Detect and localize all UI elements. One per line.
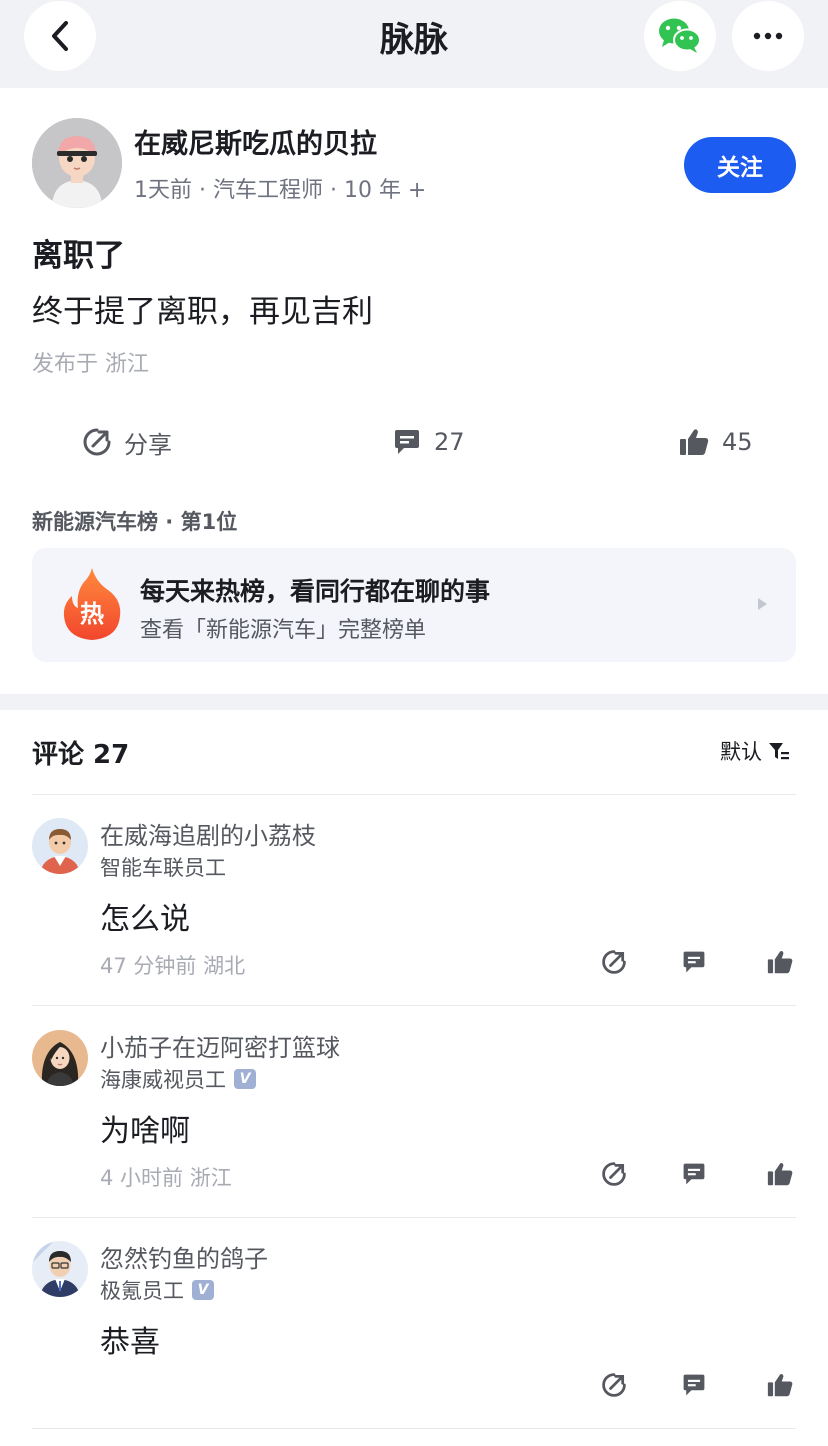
comment-text: 恭喜 [100, 1325, 160, 1360]
verified-badge: V [234, 1069, 256, 1089]
commenter-company: 极氪员工 V [100, 1275, 214, 1305]
post-body: 终于提了离职，再见吉利 [32, 294, 373, 330]
author-name[interactable]: 在威尼斯吃瓜的贝拉 [134, 122, 377, 161]
hot-card-title: 每天来热榜，看同行都在聊的事 [140, 577, 491, 606]
share-label: 分享 [124, 430, 172, 459]
flame-text: 热 [80, 600, 104, 628]
comment-share-button[interactable] [598, 946, 630, 978]
comment-button[interactable]: 27 [392, 420, 465, 464]
comment-meta: 4 小时前 浙江 [100, 1166, 232, 1190]
like-icon [767, 951, 793, 974]
flame-icon: 热 [60, 566, 124, 646]
comment-item: 小茄子在迈阿密打篮球 海康威视员工 V 为啥啊 4 小时前 浙江 [0, 1006, 828, 1218]
comment-icon [683, 1163, 705, 1185]
share-icon [602, 1373, 626, 1397]
hot-card-subtitle: 查看「新能源汽车」完整榜单 [140, 618, 427, 643]
like-button[interactable]: 45 [678, 420, 753, 464]
sort-label: 默认 [720, 740, 762, 764]
comment-icon [392, 427, 422, 457]
post-location: 发布于 浙江 [32, 352, 149, 377]
commenter-avatar[interactable] [32, 818, 88, 874]
comment-item: 在威海追剧的小荔枝 智能车联员工 怎么说 47 分钟前 湖北 [0, 794, 828, 1006]
comment-reply-button[interactable] [678, 1369, 710, 1401]
follow-button[interactable]: 关注 [684, 137, 796, 193]
comment-icon [683, 951, 705, 973]
share-button[interactable]: 分享 [82, 420, 172, 464]
share-icon [82, 427, 112, 457]
sort-button[interactable]: 默认 [720, 736, 790, 766]
company-label: 极氪员工 [100, 1279, 184, 1303]
comment-reply-button[interactable] [678, 946, 710, 978]
more-icon [753, 32, 783, 40]
commenter-name[interactable]: 小茄子在迈阿密打篮球 [100, 1028, 340, 1063]
wechat-icon [659, 18, 701, 53]
comments-header: 评论 27 [32, 740, 130, 770]
comment-reply-button[interactable] [678, 1158, 710, 1190]
post-title: 离职了 [32, 238, 125, 274]
comment-item: 忽然钓鱼的鸽子 极氪员工 V 恭喜 [0, 1217, 828, 1429]
comment-text: 怎么说 [100, 902, 190, 937]
filter-icon [768, 740, 790, 762]
like-icon [678, 427, 710, 457]
company-label: 智能车联员工 [100, 856, 226, 880]
section-divider [0, 694, 828, 710]
share-icon [602, 1162, 626, 1186]
commenter-avatar[interactable] [32, 1241, 88, 1297]
chevron-right-icon [756, 596, 768, 615]
comment-share-button[interactable] [598, 1369, 630, 1401]
like-count: 45 [722, 428, 753, 456]
hot-list-card[interactable]: 热 每天来热榜，看同行都在聊的事 查看「新能源汽车」完整榜单 [32, 548, 796, 662]
divider [32, 1428, 796, 1429]
commenter-name[interactable]: 忽然钓鱼的鸽子 [100, 1239, 268, 1274]
hot-rank-label: 新能源汽车榜 · 第1位 [32, 510, 238, 534]
author-meta: 1天前 · 汽车工程师 · 10 年 + [134, 178, 427, 203]
commenter-company: 海康威视员工 V [100, 1064, 256, 1094]
share-icon [602, 950, 626, 974]
like-icon [767, 1374, 793, 1397]
more-button[interactable] [732, 1, 804, 71]
verified-badge: V [192, 1280, 214, 1300]
commenter-name[interactable]: 在威海追剧的小荔枝 [100, 816, 316, 851]
commenter-avatar[interactable] [32, 1030, 88, 1086]
comment-text: 为啥啊 [100, 1114, 190, 1149]
comment-meta: 47 分钟前 湖北 [100, 954, 246, 978]
comment-share-button[interactable] [598, 1158, 630, 1190]
commenter-company: 智能车联员工 [100, 852, 226, 882]
company-label: 海康威视员工 [100, 1068, 226, 1092]
comment-like-button[interactable] [764, 946, 796, 978]
comment-like-button[interactable] [764, 1369, 796, 1401]
top-bar: 脉脉 [0, 0, 828, 88]
wechat-share-button[interactable] [644, 1, 716, 71]
comment-icon [683, 1374, 705, 1396]
author-avatar[interactable] [32, 118, 122, 208]
like-icon [767, 1163, 793, 1186]
comment-like-button[interactable] [764, 1158, 796, 1190]
comment-count: 27 [434, 428, 465, 456]
